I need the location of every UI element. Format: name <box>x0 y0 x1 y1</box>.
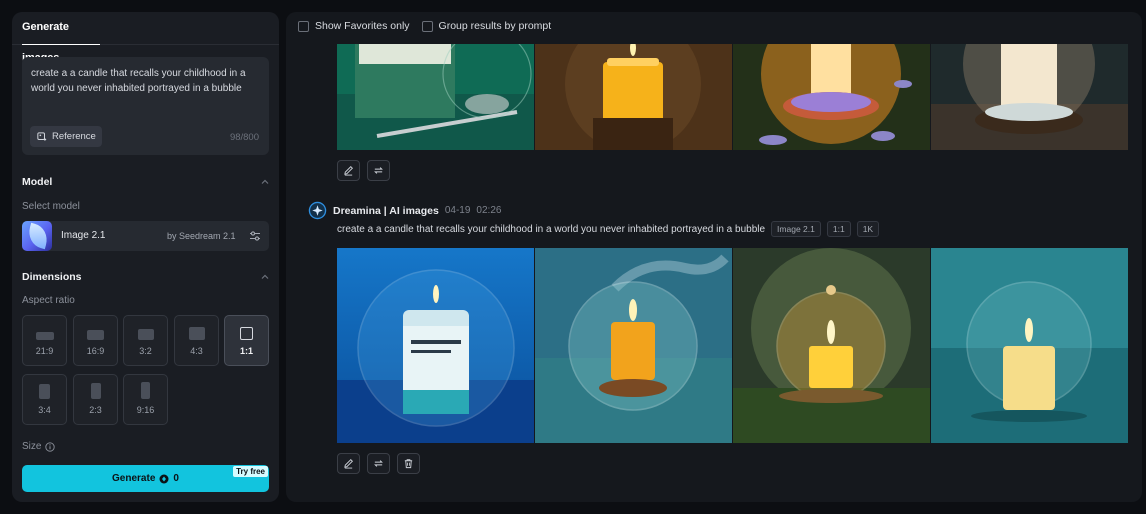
model-name: Image 2.1 <box>61 230 106 241</box>
result-image[interactable] <box>337 248 534 443</box>
result-image[interactable] <box>733 44 930 150</box>
favorites-checkbox[interactable] <box>298 20 309 32</box>
edit-button[interactable] <box>337 453 360 474</box>
generation-prompt[interactable]: create a a candle that recalls your chil… <box>337 224 765 235</box>
edit-icon <box>344 459 353 469</box>
group-checkbox[interactable] <box>421 20 433 32</box>
group-filter[interactable]: Group results by prompt <box>421 20 552 32</box>
generation-source: Dreamina | AI images <box>333 204 439 217</box>
ratio-4-3-button[interactable]: 4:3 <box>174 315 219 366</box>
generation-header: Dreamina | AI images 04-19 02:26 <box>308 201 501 220</box>
ratio-1-1-button[interactable]: 1:1 <box>224 315 269 366</box>
ratio-21-9-button[interactable]: 21:9 <box>22 315 67 366</box>
dimensions-section-title: Dimensions <box>22 271 82 283</box>
model-tag: Image 2.1 <box>771 221 821 237</box>
ratio-2-3-button[interactable]: 2:3 <box>73 374 118 425</box>
ratio-label: 16:9 <box>86 346 105 356</box>
regenerate-icon <box>374 167 383 174</box>
reference-label: Reference <box>52 131 96 142</box>
ratio-shape-icon <box>141 382 150 399</box>
ratio-shape-icon <box>137 329 154 340</box>
reference-icon <box>37 131 47 141</box>
tab-generate-images[interactable]: Generate images <box>22 12 100 64</box>
edit-button[interactable] <box>337 160 360 181</box>
tab-bar: Generate images <box>12 12 279 64</box>
edit-icon <box>344 166 353 176</box>
ratio-16-9-button[interactable]: 16:9 <box>73 315 118 366</box>
ratio-shape-icon <box>87 330 104 340</box>
model-provider: by Seedream 2.1 <box>167 231 236 241</box>
ratio-shape-icon <box>188 327 205 340</box>
ratio-label: 3:2 <box>139 346 152 356</box>
regenerate-button[interactable] <box>367 453 390 474</box>
ratio-9-16-button[interactable]: 9:16 <box>123 374 168 425</box>
prompt-text[interactable]: create a a candle that recalls your chil… <box>31 66 261 96</box>
ratio-label: 3:4 <box>38 405 51 415</box>
chevron-up-icon[interactable] <box>260 272 270 282</box>
resolution-tag: 1K <box>856 221 880 237</box>
prompt-input[interactable]: create a a candle that recalls your chil… <box>22 57 269 155</box>
generate-button[interactable]: Generate 0 Try free <box>22 465 269 492</box>
char-count: 98/800 <box>229 132 259 143</box>
info-icon[interactable] <box>45 441 56 452</box>
result-image[interactable] <box>535 248 732 443</box>
settings-sliders-icon[interactable] <box>249 230 261 242</box>
group-label: Group results by prompt <box>438 20 552 32</box>
ratio-shape-icon <box>240 327 253 340</box>
ratio-shape-icon <box>35 332 54 340</box>
ratio-3-4-button[interactable]: 3:4 <box>22 374 67 425</box>
ratio-label: 9:16 <box>136 405 155 415</box>
result-image[interactable] <box>337 44 534 150</box>
model-section-title: Model <box>22 176 53 188</box>
filter-row: Show Favorites only Group results by pro… <box>298 20 551 32</box>
try-free-badge: Try free <box>233 466 268 477</box>
size-row: Size <box>22 441 56 452</box>
ratio-label: 2:3 <box>89 405 102 415</box>
ratio-label: 1:1 <box>239 346 253 356</box>
ratio-shape-icon <box>39 384 50 399</box>
dreamina-logo-icon <box>308 201 327 220</box>
result-image[interactable] <box>931 248 1128 443</box>
chevron-up-icon[interactable] <box>260 177 270 187</box>
result-image[interactable] <box>535 44 732 150</box>
generate-credits: 0 <box>173 473 179 484</box>
generation-date: 04-19 <box>444 205 471 216</box>
result-image[interactable] <box>733 248 930 443</box>
ratio-3-2-button[interactable]: 3:2 <box>123 315 168 366</box>
results-panel: Show Favorites only Group results by pro… <box>286 12 1142 502</box>
regenerate-button[interactable] <box>367 160 390 181</box>
ratio-shape-icon <box>90 383 101 399</box>
aspect-ratio-label: Aspect ratio <box>22 295 75 306</box>
regenerate-icon <box>374 460 383 467</box>
model-thumbnail <box>22 221 52 251</box>
ratio-label: 4:3 <box>190 346 203 356</box>
generation-time: 02:26 <box>476 205 502 216</box>
generate-panel: Generate images create a a candle that r… <box>12 12 279 502</box>
generation-meta: create a a candle that recalls your chil… <box>337 221 880 237</box>
select-model-label: Select model <box>22 201 80 212</box>
delete-button[interactable] <box>397 453 420 474</box>
generate-label: Generate <box>112 473 156 484</box>
credit-icon <box>159 474 169 483</box>
ratio-label: 21:9 <box>35 346 54 356</box>
favorites-filter[interactable]: Show Favorites only <box>298 20 410 32</box>
model-selector[interactable]: Image 2.1 by Seedream 2.1 <box>22 221 269 251</box>
ratio-tag: 1:1 <box>826 221 851 237</box>
trash-icon <box>404 459 413 469</box>
favorites-label: Show Favorites only <box>315 20 410 32</box>
reference-button[interactable]: Reference <box>30 126 102 147</box>
size-label: Size <box>22 441 42 452</box>
result-image[interactable] <box>931 44 1128 150</box>
